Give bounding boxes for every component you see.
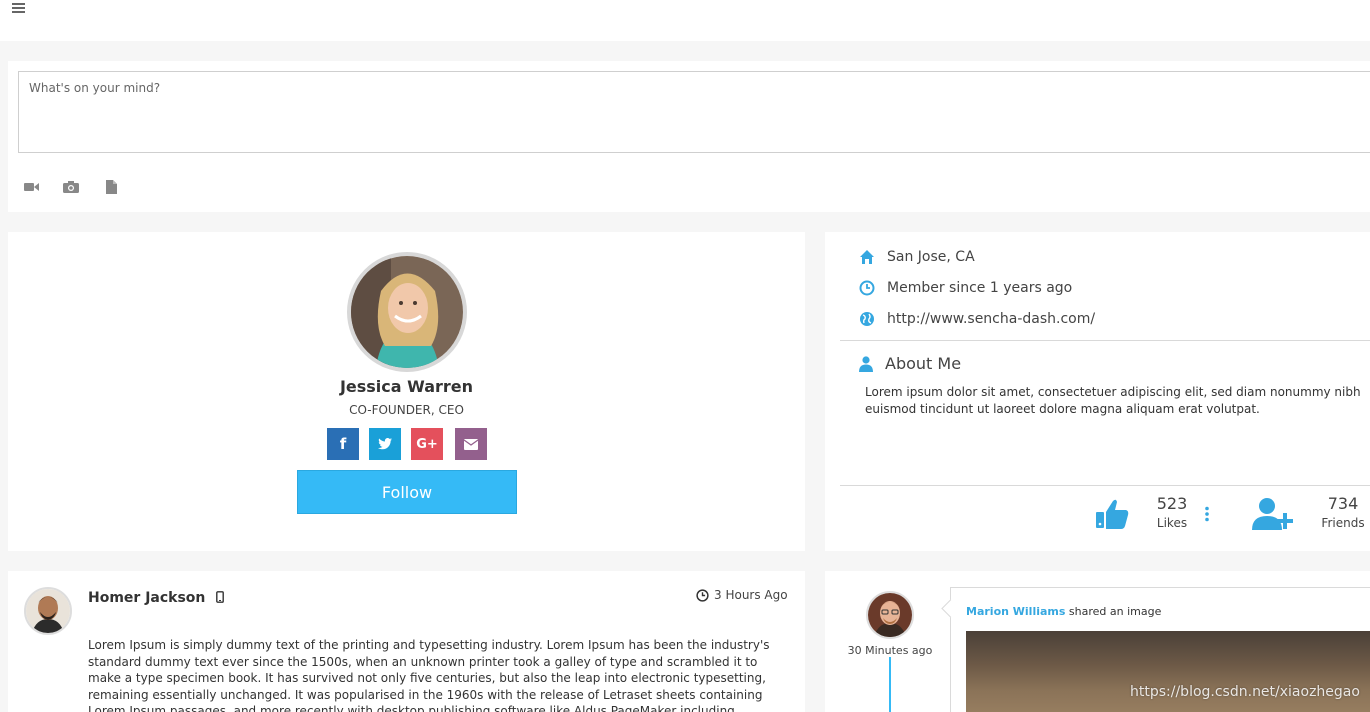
user-icon — [859, 355, 873, 372]
thumbs-up-icon[interactable] — [1095, 498, 1129, 530]
video-icon[interactable] — [24, 180, 40, 194]
timeline-avatar[interactable] — [866, 591, 914, 639]
timeline-entry-header: Marion Williams shared an image — [966, 605, 1161, 618]
post-body: Lorem Ipsum is simply dummy text of the … — [88, 638, 770, 712]
timeline-author-link[interactable]: Marion Williams — [966, 605, 1065, 618]
profile-role: CO-FOUNDER, CEO — [349, 403, 464, 417]
facebook-icon[interactable]: f — [327, 428, 359, 460]
location-row: San Jose, CA — [859, 248, 975, 266]
twitter-bird-glyph — [378, 438, 392, 450]
home-icon — [860, 250, 874, 264]
add-friend-icon[interactable] — [1252, 497, 1294, 531]
post-composer — [8, 61, 1370, 212]
friends-label: Friends — [1321, 516, 1365, 530]
clock-icon — [859, 280, 875, 296]
mobile-icon — [216, 591, 225, 603]
status-input[interactable] — [18, 71, 1370, 153]
twitter-icon[interactable] — [369, 428, 401, 460]
profile-card: Jessica Warren CO-FOUNDER, CEO f G+ Foll… — [8, 232, 805, 551]
watermark: https://blog.csdn.net/xiaozhegao — [1130, 684, 1360, 700]
post-author-text: Homer Jackson — [88, 590, 206, 606]
post-timestamp: 3 Hours Ago — [696, 588, 788, 602]
timeline-line — [889, 657, 891, 712]
email-icon[interactable] — [455, 428, 487, 460]
location-text: San Jose, CA — [887, 249, 975, 265]
more-options-icon[interactable] — [1204, 506, 1210, 522]
top-toolbar — [0, 0, 1370, 41]
document-icon[interactable] — [104, 180, 120, 194]
post-author-name[interactable]: Homer Jackson — [88, 590, 225, 606]
likes-label: Likes — [1156, 516, 1188, 530]
profile-avatar — [347, 252, 467, 372]
divider — [840, 340, 1370, 341]
timeline-action: shared an image — [1065, 605, 1162, 618]
website-row: http://www.sencha-dash.com/ — [859, 310, 1095, 328]
globe-icon — [860, 312, 874, 326]
google-plus-icon[interactable]: G+ — [411, 428, 443, 460]
follow-button[interactable]: Follow — [297, 470, 517, 514]
website-link[interactable]: http://www.sencha-dash.com/ — [887, 311, 1095, 327]
post-time-text: 3 Hours Ago — [714, 588, 788, 602]
timeline-time: 30 Minutes ago — [847, 644, 933, 657]
member-since-row: Member since 1 years ago — [859, 279, 1072, 297]
friends-count: 734 — [1327, 494, 1359, 513]
profile-name: Jessica Warren — [339, 377, 474, 396]
divider — [840, 485, 1370, 486]
camera-icon[interactable] — [63, 180, 79, 194]
member-since-text: Member since 1 years ago — [887, 280, 1073, 296]
clock-icon — [696, 588, 709, 602]
envelope-glyph — [464, 438, 478, 450]
google-plus-glyph: G+ — [416, 436, 438, 452]
likes-count: 523 — [1156, 494, 1188, 513]
menu-icon[interactable] — [12, 3, 25, 15]
about-me-heading: About Me — [859, 354, 961, 373]
post-card: Homer Jackson 3 Hours Ago Lorem Ipsum is… — [8, 571, 805, 712]
about-text: Lorem ipsum dolor sit amet, consectetuer… — [865, 385, 1361, 416]
post-author-avatar[interactable] — [24, 587, 72, 635]
about-title: About Me — [885, 354, 962, 373]
facebook-glyph: f — [339, 435, 347, 453]
profile-info-card: San Jose, CA Member since 1 years ago ht… — [825, 232, 1370, 551]
